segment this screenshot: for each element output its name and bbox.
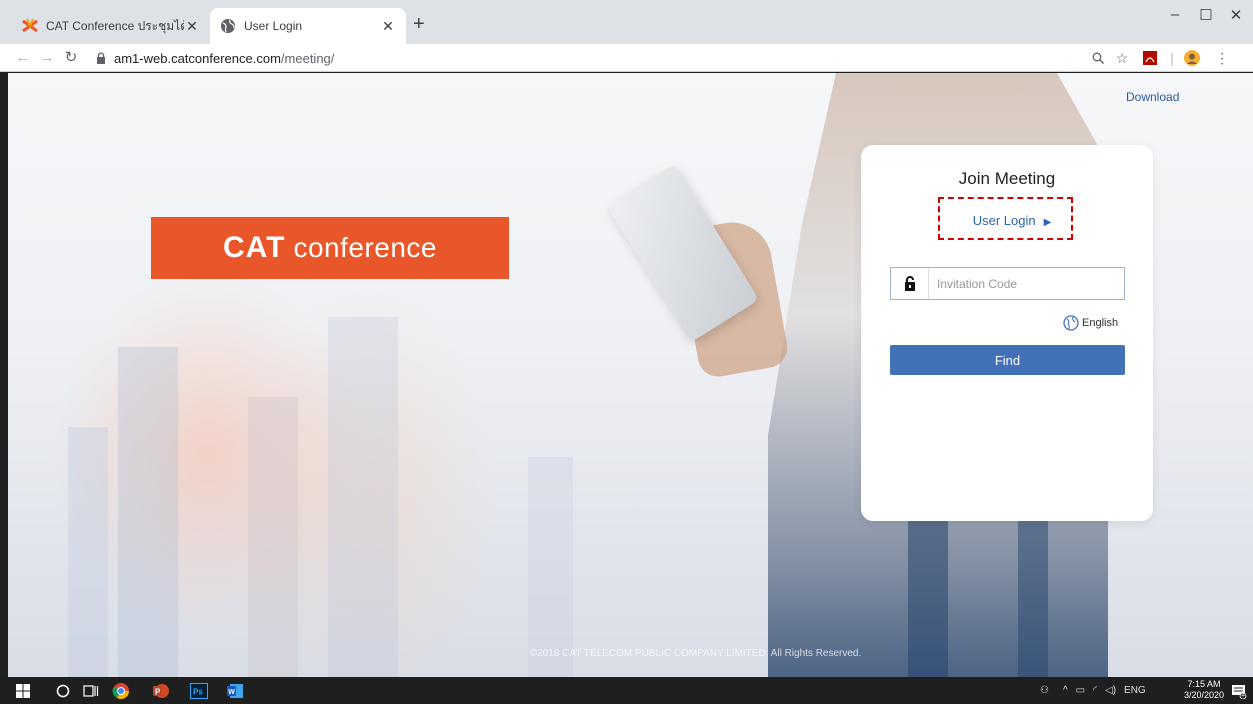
language-label: English xyxy=(1082,317,1119,329)
taskbar-clock[interactable]: 7:15 AM 3/20/2020 xyxy=(1184,679,1224,701)
zoom-icon[interactable] xyxy=(1088,48,1108,68)
address-bar[interactable]: am1-web.catconference.com/meeting/ xyxy=(96,48,334,68)
bookmark-star-icon[interactable]: ☆ xyxy=(1112,48,1132,68)
page-viewport: Download CAT conference Join Meeting Use… xyxy=(8,73,1253,677)
toolbar-divider: | xyxy=(1170,50,1174,66)
copyright-text: ©2018 CAT TELECOM PUBLIC COMPANY LIMITED… xyxy=(529,648,862,659)
svg-text:Ps: Ps xyxy=(193,687,203,696)
notification-count: 1 xyxy=(1241,691,1245,698)
close-tab-icon[interactable]: ✕ xyxy=(184,18,200,35)
action-center-icon[interactable]: 1 xyxy=(1228,680,1250,701)
background-building xyxy=(68,427,108,677)
globe-favicon-icon xyxy=(221,19,235,33)
windows-start-icon[interactable] xyxy=(12,680,34,701)
user-login-link[interactable]: User Login ▶ xyxy=(861,213,1153,228)
chrome-taskbar-icon[interactable] xyxy=(110,680,132,701)
back-icon[interactable]: ← xyxy=(14,48,32,68)
globe-icon xyxy=(1063,315,1079,331)
catconference-favicon-icon xyxy=(22,18,38,33)
input-language[interactable]: ENG xyxy=(1124,685,1146,696)
cat-conference-logo: CAT conference xyxy=(151,217,509,279)
url-host: am1-web.catconference.com xyxy=(114,50,281,66)
clock-time: 7:15 AM xyxy=(1187,679,1221,689)
play-arrow-icon: ▶ xyxy=(1043,217,1052,228)
menu-kebab-icon[interactable]: ⋮ xyxy=(1212,48,1232,68)
invitation-code-field[interactable] xyxy=(890,267,1125,300)
maximize-icon[interactable]: ☐ xyxy=(1191,6,1221,24)
clock-date: 3/20/2020 xyxy=(1184,690,1225,700)
download-link[interactable]: Download xyxy=(1126,90,1179,104)
background-building xyxy=(248,397,298,677)
tab-title: User Login xyxy=(244,19,303,33)
browser-tab-bar: CAT Conference ประชุมได้ไร้ขีดจำกัด ✕ Us… xyxy=(0,0,1253,44)
close-window-icon[interactable]: ✕ xyxy=(1221,6,1251,24)
background-building xyxy=(528,457,573,677)
task-view-icon[interactable] xyxy=(80,680,102,701)
background-building xyxy=(328,317,398,677)
forward-icon[interactable]: → xyxy=(38,48,56,68)
join-meeting-card: Join Meeting User Login ▶ English Find xyxy=(861,145,1153,521)
language-selector[interactable]: English xyxy=(1063,315,1118,331)
lock-icon xyxy=(97,52,105,64)
user-login-label: User Login xyxy=(972,213,1036,228)
volume-icon[interactable]: ◁) xyxy=(1105,685,1116,696)
close-tab-icon[interactable]: ✕ xyxy=(380,18,396,35)
logo-light-text: conference xyxy=(293,232,437,263)
join-meeting-heading: Join Meeting xyxy=(958,169,1056,188)
photoshop-taskbar-icon[interactable]: Ps xyxy=(188,680,210,701)
tab-title: CAT Conference ประชุมได้ไร้ขีดจำกัด xyxy=(46,18,184,33)
invitation-code-input[interactable] xyxy=(929,276,1119,291)
pdf-extension-icon[interactable] xyxy=(1140,48,1160,68)
background-building xyxy=(118,347,178,677)
svg-text:P: P xyxy=(155,687,161,696)
tab-cat-conference[interactable]: CAT Conference ประชุมได้ไร้ขีดจำกัด ✕ xyxy=(12,8,210,44)
battery-icon[interactable]: ▭ xyxy=(1076,685,1085,696)
system-tray: ⚇ ^ ▭ ◜ ◁) ENG xyxy=(1040,677,1146,704)
show-hidden-icons-chevron-icon[interactable]: ^ xyxy=(1063,685,1068,696)
browser-toolbar: ← → ↻ am1-web.catconference.com/meeting/… xyxy=(0,44,1253,72)
find-button[interactable]: Find xyxy=(890,345,1125,375)
minimize-icon[interactable]: – xyxy=(1160,6,1190,23)
wifi-icon[interactable]: ◜ xyxy=(1093,685,1097,696)
new-tab-icon[interactable]: + xyxy=(413,14,425,34)
word-taskbar-icon[interactable]: W xyxy=(224,680,246,701)
powerpoint-taskbar-icon[interactable]: P xyxy=(150,680,172,701)
reload-icon[interactable]: ↻ xyxy=(62,48,80,68)
profile-avatar-icon[interactable] xyxy=(1182,48,1202,68)
padlock-icon xyxy=(891,268,929,299)
svg-text:W: W xyxy=(228,689,235,696)
url-path: /meeting/ xyxy=(280,50,335,66)
windows-taskbar: P Ps W ⚇ ^ ▭ ◜ ◁) ENG 7:15 AM 3/20/2020 … xyxy=(0,677,1253,704)
people-icon[interactable]: ⚇ xyxy=(1040,685,1049,696)
search-circle-icon[interactable] xyxy=(52,680,74,701)
tab-user-login[interactable]: User Login ✕ xyxy=(210,8,406,44)
logo-bold-text: CAT xyxy=(223,231,286,264)
